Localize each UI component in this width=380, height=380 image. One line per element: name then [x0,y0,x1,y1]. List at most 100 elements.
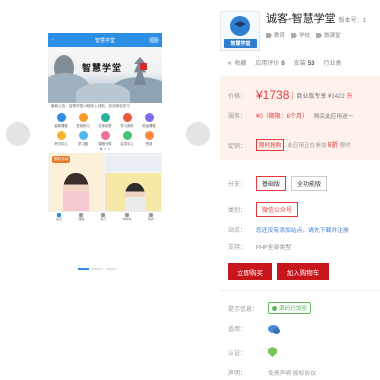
promo-row: 促销： 限时抢购 此应用正在参加 8折 限时 [228,139,351,151]
service-value: ¥0（期限：6个月） [256,114,309,120]
app-screenshot: ‹ 智慧学堂 智慧学堂 最新公告：智慧学堂小程序上线啦，欢迎体验学习 最新课程 在… [48,33,162,237]
graduation-cap-icon [230,16,250,36]
feature-label: 学习圈 [78,142,88,146]
banner-title: 智慧学堂 [82,64,123,74]
sku-option-full[interactable]: 全功能版 [291,176,328,191]
feature-grid-item[interactable]: 会员中心 [116,131,138,146]
phone-header-title: 智慧学堂 [94,37,115,44]
category-option-wechat[interactable]: 微信公众号 [256,202,299,217]
tab-label: 练习 [100,216,107,221]
feature-grid-item[interactable]: 精品课程 [138,113,160,128]
price-value: ¥1738 [256,88,290,102]
feature-label: 在线练习 [76,124,90,128]
check-icon [272,305,277,311]
statement-row: 声明： 免责声明 授权协议 [228,368,316,377]
teacher-photo [63,173,89,211]
feature-label: 考试中心 [54,142,68,146]
feature-label: 学习资料 [120,124,134,128]
feature-icon [56,113,66,122]
action-row: 立即购买 加入购物车 [228,263,329,280]
tag-item[interactable]: 教育 [266,31,285,39]
apply-row: 适用： [228,324,280,334]
service-row: 服务： ¥0（期限：6个月） 购买此应用送一 [228,111,353,121]
banner-image: 智慧学堂 [48,47,162,103]
install-stat: 安装 53 [293,60,315,67]
logo-text: 智慧学堂 [224,39,257,48]
pagoda-illustration [134,57,146,85]
promo-section: 限时活动 [48,153,162,211]
tag-icon [291,33,298,39]
feature-grid-item[interactable]: 课程分类 [94,131,116,146]
add-to-cart-button[interactable]: 加入购物车 [277,263,329,280]
notice-bar: 最新公告：智慧学堂小程序上线啦，欢迎体验学习 [48,103,162,110]
divider [220,290,380,291]
tag-item[interactable]: 学校 [291,31,310,39]
feature-grid-item[interactable]: 考试中心 [50,131,72,146]
tab-label: 我的 [147,216,154,221]
feature-grid-item[interactable]: 最新课程 [50,113,72,128]
price-row: 价格： ¥1738 商业版专享 ¥1422 升 [228,88,353,102]
feature-icon [122,131,132,140]
category-row: 类别： 微信公众号 [228,202,303,217]
promo-card-top [105,153,161,171]
bottom-tab-bar: 首页 课程 练习 购物车 我的 [48,211,162,221]
feature-icon [122,113,132,122]
site-register-link[interactable]: 您还没有添加站点，请先下载并注册 [256,225,349,234]
gallery-prev-button[interactable] [6,122,30,146]
feature-icon [78,131,88,140]
industry-stat: 行业类 [323,60,342,67]
feature-icon [78,113,88,122]
feature-grid-item[interactable]: 在线练习 [72,113,94,128]
feature-label: 签到 [145,142,153,146]
feature-icon [100,131,110,140]
favorite-button[interactable]: ★ 收藏 [227,58,246,67]
tab-label: 首页 [56,216,63,221]
hint-row: 提示信息： 源码已加密 [228,302,311,314]
phone-header: ‹ 智慧学堂 [48,33,162,47]
tag-list: 教育 学校 微课堂 [266,31,341,39]
feature-icon [56,131,66,140]
feature-label: 最新课程 [54,124,68,128]
feature-grid-item[interactable]: 学习资料 [116,113,138,128]
product-gallery: ‹ 智慧学堂 智慧学堂 最新公告：智慧学堂小程序上线啦，欢迎体验学习 最新课程 在… [0,0,210,380]
feature-label: 课程分类 [98,142,112,146]
buy-now-button[interactable]: 立即购买 [228,263,272,280]
back-icon: ‹ [52,37,54,43]
feature-grid-item[interactable]: 学习圈 [72,131,94,146]
support-value: PHP全部类型 [256,245,292,251]
tag-item[interactable]: 微课堂 [316,31,341,39]
cert-row: 认证： [228,347,277,357]
tab-item[interactable]: 首页 [56,212,63,221]
tab-item[interactable]: 购物车 [122,212,132,221]
statement-links[interactable]: 免责声明 授权协议 [268,368,316,377]
product-title: 诚客-智慧学堂 版本号：1 [266,13,367,25]
sku-row: 分支： 基础版 全功能版 [228,176,332,191]
gallery-next-button[interactable] [186,122,210,146]
app-logo: 智慧学堂 [220,11,260,51]
promo-card-left: 限时活动 [49,153,103,211]
tag-icon [316,33,323,39]
product-detail: 智慧学堂 诚客-智慧学堂 版本号：1 教育 学校 微课堂 ★ 收藏 应用评价 0 安装 53… [218,0,380,380]
capsule-menu-icon [149,37,159,43]
feature-grid-item[interactable]: 签到 [138,131,160,146]
tab-item[interactable]: 我的 [147,212,154,221]
star-icon: ★ [227,60,233,67]
feature-grid-item[interactable]: 名师讲堂 [94,113,116,128]
wechat-icon [268,324,280,334]
tab-item[interactable]: 课程 [78,212,85,221]
tab-label: 购物车 [122,216,132,221]
tag-icon [266,33,272,39]
feature-icon [100,113,110,122]
tab-label: 课程 [78,216,85,221]
feature-label: 会员中心 [120,142,134,146]
sku-option-basic[interactable]: 基础版 [256,176,287,191]
certified-shield-icon [268,347,277,357]
tab-item[interactable]: 练习 [100,212,107,221]
price-alt: 商业版专享 ¥1422 [296,93,345,100]
seal-icon [140,63,147,70]
gallery-pagination [78,268,117,270]
rating-stat: 应用评价 0 [255,60,285,67]
promo-card-bottom [105,173,161,211]
support-row: 支持： PHP全部类型 [228,242,291,251]
feature-grid: 最新课程 在线练习 名师讲堂 学习资料 精品课程考试中心 学习圈 课程分类 会员中心 签到 [48,110,162,147]
